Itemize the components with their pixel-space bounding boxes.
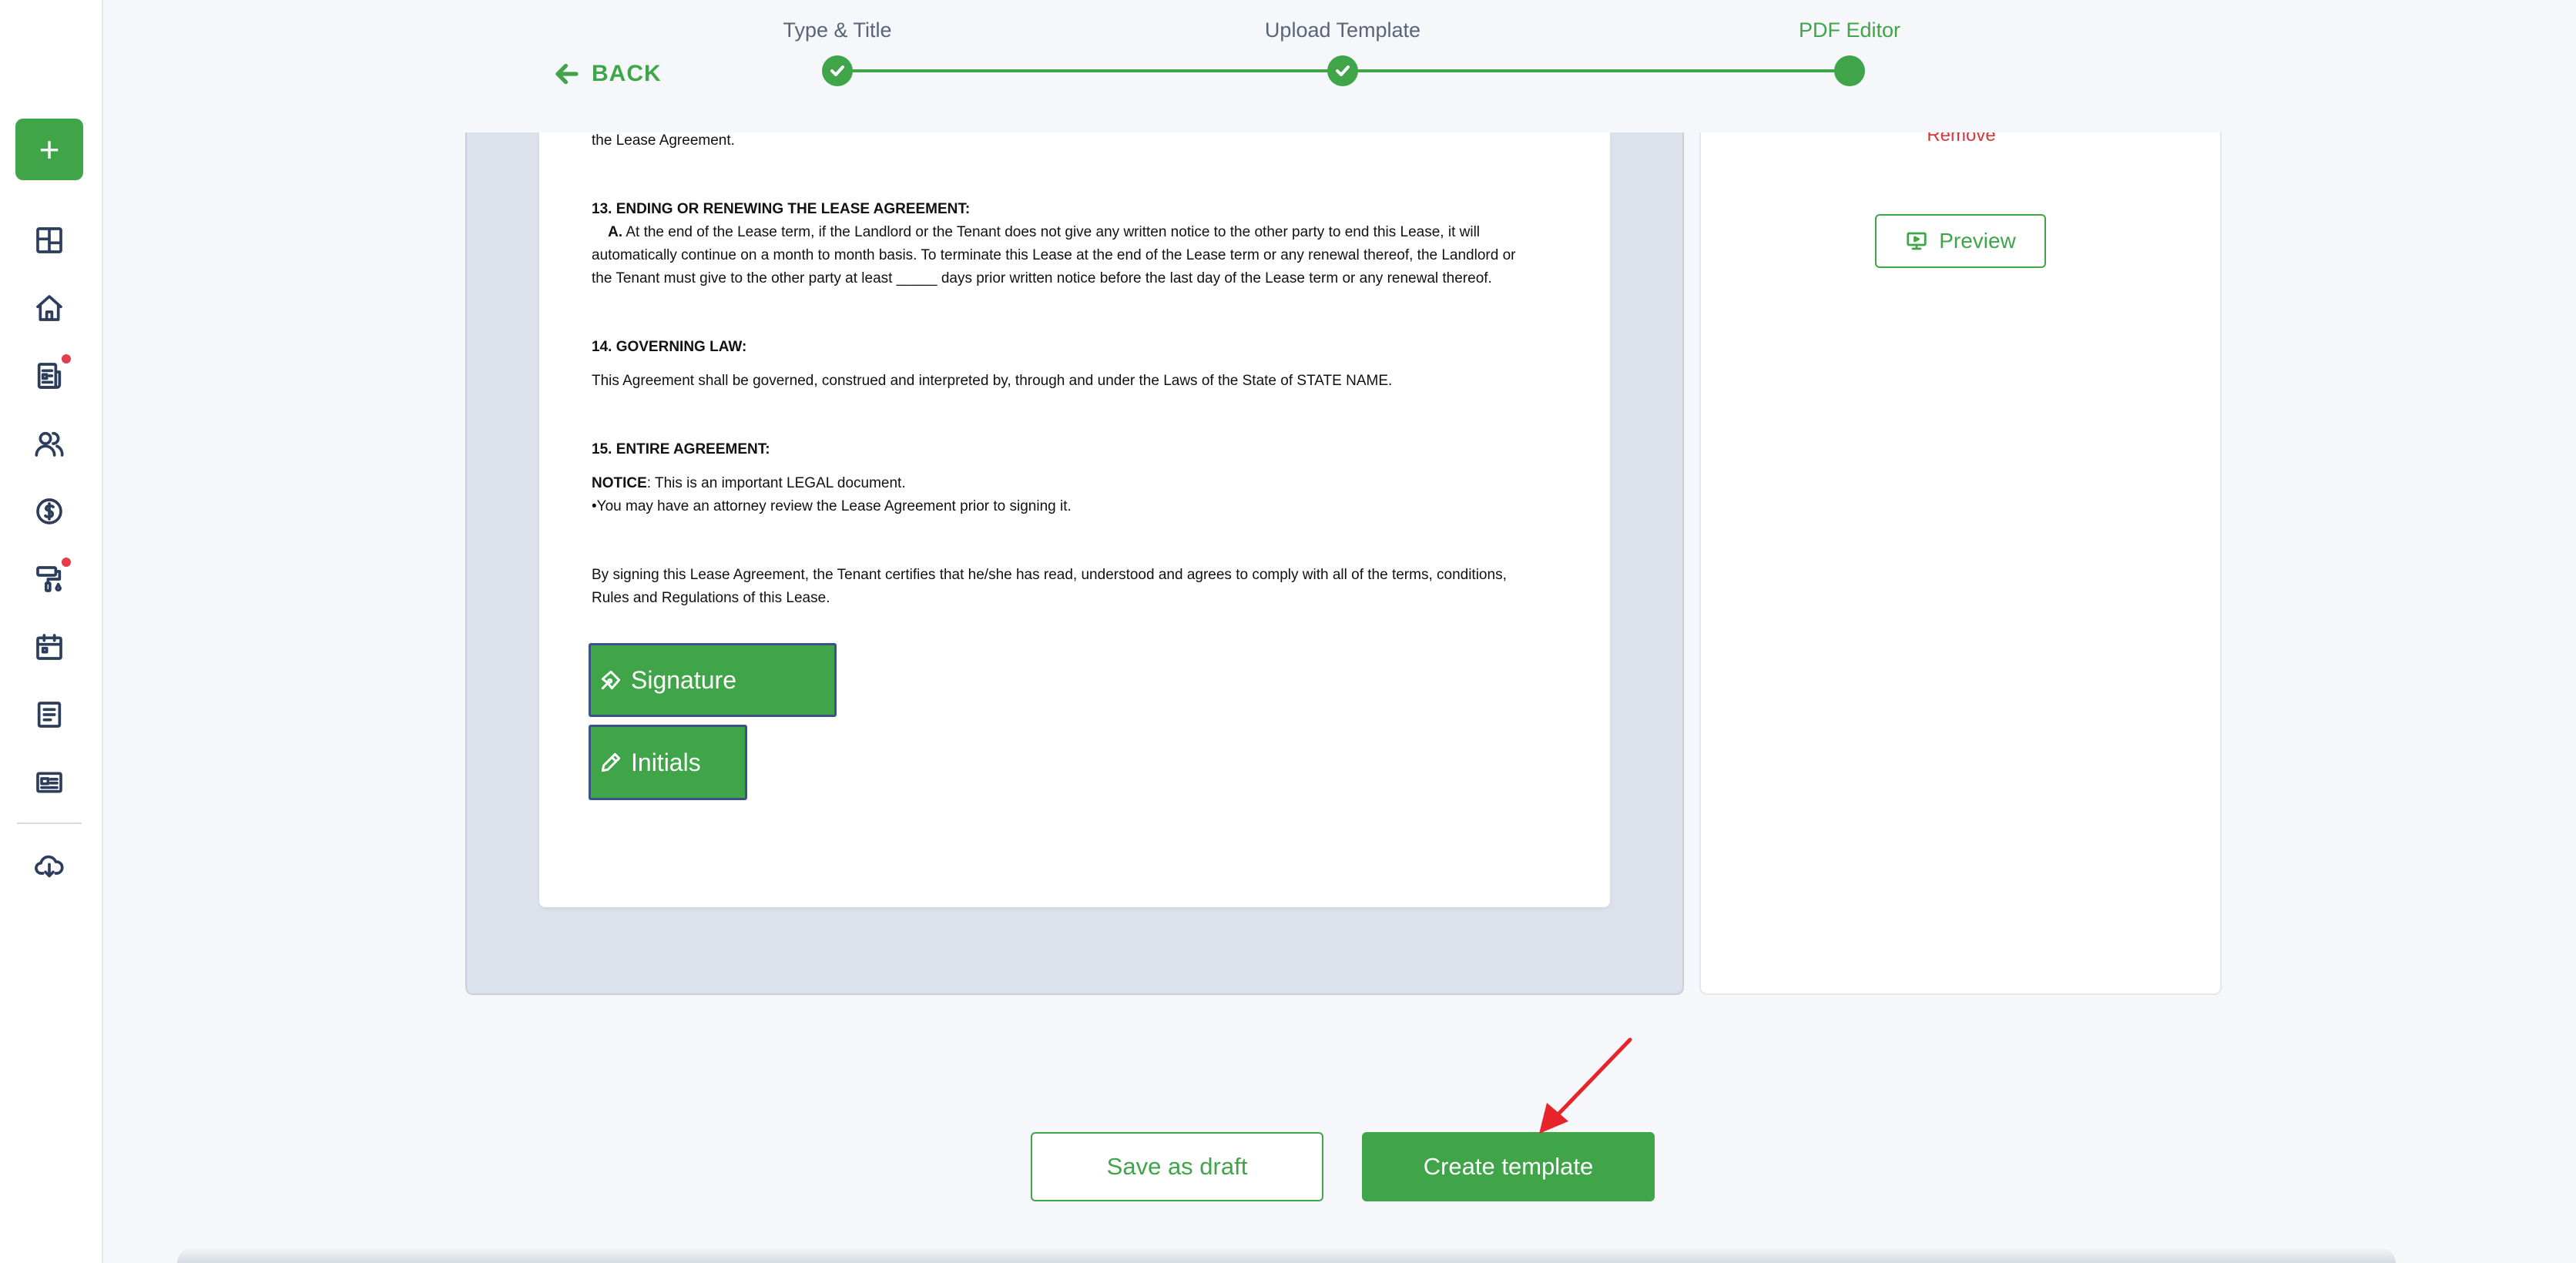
section-15-heading: 15. ENTIRE AGREEMENT: bbox=[592, 441, 770, 457]
home-icon[interactable] bbox=[31, 290, 68, 327]
pen-nib-icon bbox=[601, 670, 621, 690]
section-14-heading: 14. GOVERNING LAW: bbox=[592, 339, 747, 355]
presentation-icon bbox=[1907, 232, 1927, 250]
notice-line: NOTICE: This is an important LEGAL docum… bbox=[592, 475, 906, 491]
back-button[interactable]: BACK bbox=[553, 57, 662, 91]
section-13-line: the Tenant must give to the other party … bbox=[592, 270, 1492, 286]
sidebar: + bbox=[0, 0, 103, 1263]
notification-badge bbox=[62, 354, 71, 363]
add-button[interactable]: + bbox=[15, 119, 83, 180]
notice-bullet: •You may have an attorney review the Lea… bbox=[592, 498, 1072, 514]
section-13-line: A. At the end of the Lease term, if the … bbox=[608, 224, 1481, 240]
preview-button[interactable]: Preview bbox=[1875, 214, 2046, 268]
dollar-icon[interactable] bbox=[31, 493, 68, 530]
document-text: the Lease Agreement. bbox=[592, 132, 735, 149]
step-label-type-title: Type & Title bbox=[783, 18, 892, 42]
pencil-icon bbox=[601, 752, 621, 772]
document-icon[interactable] bbox=[31, 357, 68, 394]
save-draft-button[interactable]: Save as draft bbox=[1031, 1132, 1323, 1201]
initials-field-label: Initials bbox=[631, 748, 701, 776]
step-current-dot[interactable] bbox=[1834, 55, 1865, 86]
bottom-edge-shadow bbox=[177, 1248, 2396, 1263]
paint-roller-icon[interactable] bbox=[31, 561, 68, 598]
step-complete-check-icon[interactable] bbox=[822, 55, 853, 86]
initials-field[interactable]: Initials bbox=[589, 725, 747, 800]
arrow-left-icon bbox=[555, 63, 579, 85]
dashboard-icon[interactable] bbox=[31, 222, 68, 259]
users-icon[interactable] bbox=[31, 425, 68, 462]
signing-line: Rules and Regulations of this Lease. bbox=[592, 590, 830, 606]
section-14-text: This Agreement shall be governed, constr… bbox=[592, 373, 1393, 389]
id-card-icon[interactable] bbox=[31, 764, 68, 801]
step-label-upload-template: Upload Template bbox=[1264, 18, 1421, 42]
signing-line: By signing this Lease Agreement, the Ten… bbox=[592, 567, 1507, 583]
calendar-icon[interactable] bbox=[31, 628, 68, 665]
notification-badge bbox=[62, 558, 71, 567]
notes-icon[interactable] bbox=[31, 696, 68, 733]
signature-field[interactable]: Signature bbox=[589, 643, 837, 717]
sidebar-divider bbox=[17, 822, 82, 824]
section-13-line: automatically continue on a month to mon… bbox=[592, 247, 1516, 263]
signature-field-label: Signature bbox=[631, 665, 736, 694]
create-template-button[interactable]: Create template bbox=[1362, 1132, 1655, 1201]
annotation-arrow-icon bbox=[1539, 1037, 1632, 1134]
section-13-heading: 13. ENDING OR RENEWING THE LEASE AGREEME… bbox=[592, 201, 971, 217]
step-label-pdf-editor: PDF Editor bbox=[1798, 18, 1901, 42]
cloud-download-icon[interactable] bbox=[31, 847, 68, 884]
step-complete-check-icon[interactable] bbox=[1327, 55, 1358, 86]
